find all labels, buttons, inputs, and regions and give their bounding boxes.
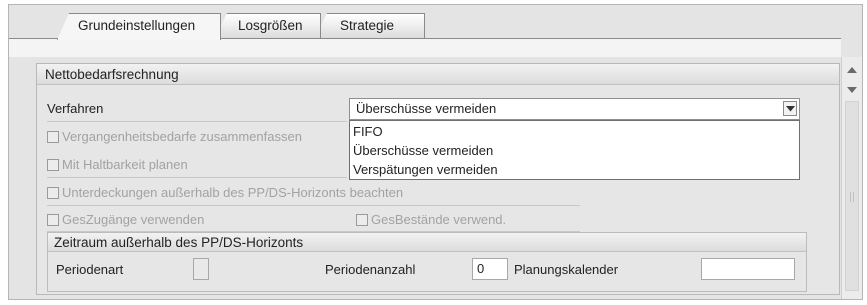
zeitraum-title: Zeitraum außerhalb des PP/DS-Horizonts (48, 233, 806, 252)
tab-losgroessen[interactable]: Losgrößen (215, 13, 321, 38)
verfahren-selected-value: Überschüsse vermeiden (356, 101, 497, 116)
zeitraum-group: Zeitraum außerhalb des PP/DS-Horizonts P… (47, 232, 807, 292)
row-divider (47, 205, 580, 206)
haltbarkeit-label: Mit Haltbarkeit planen (62, 157, 188, 172)
periodenart-label: Periodenart (56, 262, 124, 277)
gesbestaende-label: GesBestände verwend. (371, 212, 507, 227)
planungskalender-field[interactable] (701, 258, 795, 280)
tab-content: Nettobedarfsrechnung Verfahren Überschüs… (9, 57, 841, 299)
verfahren-select[interactable]: Überschüsse vermeiden (349, 98, 800, 120)
scroll-down-icon[interactable] (846, 85, 858, 95)
geszugaenge-label: GesZugänge verwenden (62, 212, 205, 227)
periodenanzahl-field[interactable]: 0 (472, 258, 508, 280)
vertical-scrollbar[interactable] (841, 57, 862, 299)
group-title: Nettobedarfsrechnung (37, 64, 839, 85)
dropdown-option-verspaetungen[interactable]: Verspätungen vermeiden (353, 160, 498, 179)
periodenart-field[interactable] (193, 258, 209, 280)
scrollbar-thumb[interactable] (845, 101, 859, 291)
row-divider (47, 177, 347, 178)
verfahren-dropdown-list: FIFO Überschüsse vermeiden Verspätungen … (349, 120, 800, 180)
tab-grundeinstellungen[interactable]: Grundeinstellungen (57, 13, 221, 40)
periodenanzahl-label: Periodenanzahl (325, 262, 416, 277)
scroll-up-icon[interactable] (846, 65, 858, 75)
vergangenheit-checkbox[interactable] (47, 131, 59, 143)
verfahren-label: Verfahren (47, 101, 104, 116)
tab-bar: Strategie Losgrößen Grundeinstellungen (9, 5, 862, 40)
window-frame: Strategie Losgrößen Grundeinstellungen N… (8, 4, 863, 300)
tab-strategie[interactable]: Strategie (315, 13, 425, 38)
unterdeckungen-label: Unterdeckungen außerhalb des PP/DS-Horiz… (62, 185, 404, 200)
dropdown-arrow-icon[interactable] (783, 101, 797, 116)
dropdown-option-fifo[interactable]: FIFO (353, 122, 383, 141)
vergangenheit-label: Vergangenheitsbedarfe zusammenfassen (62, 129, 302, 144)
haltbarkeit-checkbox[interactable] (47, 159, 59, 171)
row-divider (47, 121, 347, 122)
dropdown-option-ueberschuesse[interactable]: Überschüsse vermeiden (353, 141, 493, 160)
tab-content-strip (9, 38, 841, 58)
geszugaenge-checkbox[interactable] (47, 214, 59, 226)
gesbestaende-checkbox[interactable] (356, 214, 368, 226)
nettobedarfsrechnung-group: Nettobedarfsrechnung Verfahren Überschüs… (36, 63, 840, 295)
unterdeckungen-checkbox[interactable] (47, 187, 59, 199)
planungskalender-label: Planungskalender (514, 262, 619, 277)
grip-icon (850, 192, 854, 202)
